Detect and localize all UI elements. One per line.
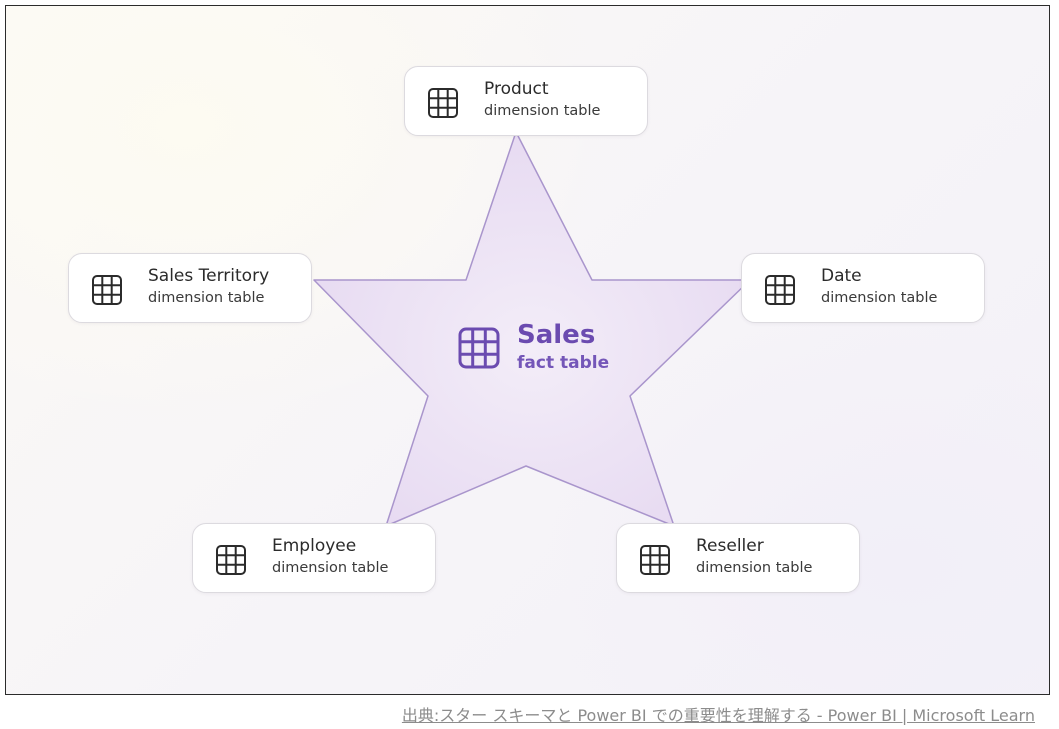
- diagram-canvas: Sales fact table Product dimension table…: [5, 5, 1050, 695]
- fact-table-subtitle: fact table: [517, 353, 610, 373]
- table-grid-icon: [428, 88, 458, 118]
- dimension-title: Sales Territory: [148, 266, 270, 286]
- table-grid-icon: [640, 545, 670, 575]
- dimension-subtitle: dimension table: [484, 103, 601, 119]
- dimension-title: Reseller: [696, 536, 764, 556]
- dimension-card-product[interactable]: Product dimension table: [404, 66, 648, 136]
- source-caption-link[interactable]: 出典:スター スキーマと Power BI での重要性を理解する - Power…: [402, 702, 1035, 726]
- dimension-card-sales-territory[interactable]: Sales Territory dimension table: [68, 253, 312, 323]
- dimension-subtitle: dimension table: [696, 560, 813, 576]
- fact-table-title: Sales: [517, 320, 596, 350]
- dimension-subtitle: dimension table: [148, 290, 265, 306]
- table-grid-icon: [92, 275, 122, 305]
- dimension-subtitle: dimension table: [272, 560, 389, 576]
- dimension-title: Date: [821, 266, 862, 286]
- dimension-title: Product: [484, 79, 549, 99]
- dimension-card-date[interactable]: Date dimension table: [741, 253, 985, 323]
- table-grid-icon: [216, 545, 246, 575]
- dimension-card-reseller[interactable]: Reseller dimension table: [616, 523, 860, 593]
- dimension-title: Employee: [272, 536, 357, 556]
- fact-table-icon: [458, 327, 500, 369]
- dimension-card-employee[interactable]: Employee dimension table: [192, 523, 436, 593]
- dimension-subtitle: dimension table: [821, 290, 938, 306]
- table-grid-icon: [765, 275, 795, 305]
